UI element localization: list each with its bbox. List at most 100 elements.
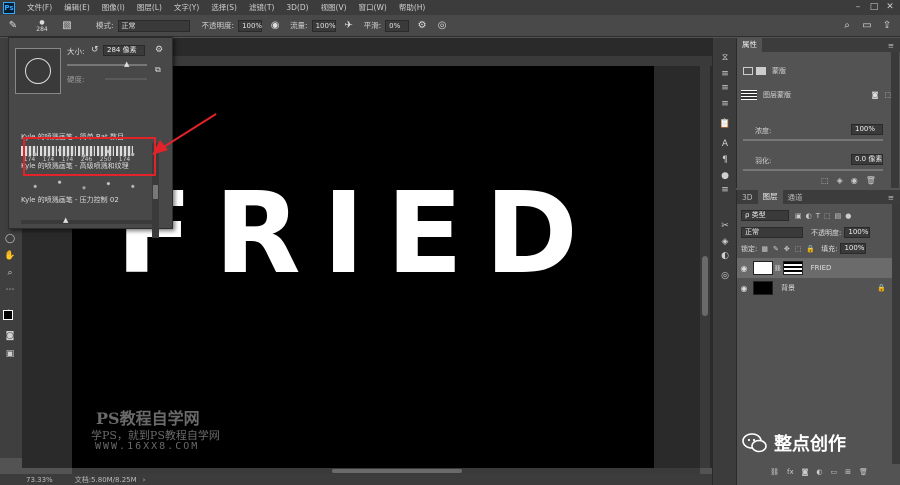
tab-channels[interactable]: 通道 [783,192,808,203]
select-mask-icon[interactable]: ◙ [872,91,879,99]
menu-file[interactable]: 文件(F) [21,2,58,13]
lock-artboard-icon[interactable]: ⬚ [795,245,802,253]
menu-type[interactable]: 文字(Y) [168,2,205,13]
character-icon[interactable]: A [718,138,732,150]
brush-settings-icon[interactable]: ▧ [60,19,74,33]
zoom-level[interactable]: 73.33% [26,476,53,484]
density-slider[interactable] [743,139,883,141]
lock-pixels-icon[interactable]: ✎ [773,245,779,253]
airbrush-icon[interactable]: ✈ [342,19,356,33]
pressure-opacity-icon[interactable]: ◉ [268,19,282,33]
menu-3d[interactable]: 3D(D) [280,3,314,12]
chevron-right-icon[interactable]: › [143,476,146,484]
menu-select[interactable]: 选择(S) [205,2,243,13]
blend-mode-select[interactable]: 正常 [741,227,803,238]
properties-scrollbar[interactable] [891,52,899,188]
link-layers-icon[interactable]: ⛓ [770,468,779,476]
lock-position-icon[interactable]: ✥ [784,245,790,253]
eye-icon[interactable]: ◉ [737,264,751,273]
workspace-icon[interactable]: ▭ [860,19,874,33]
lock-all-icon[interactable]: 🔒 [806,245,815,253]
layer-row-fried[interactable]: ◉ ⛓ FRIED [737,258,892,278]
link-icon[interactable]: ⛓ [774,265,782,272]
pressure-size-icon[interactable]: ◎ [435,19,449,33]
adjust-icon[interactable]: ≡ [718,82,732,94]
screen-mode-icon[interactable]: ▣ [3,348,17,360]
preview-slider-thumb[interactable]: ▲ [63,216,68,224]
menu-window[interactable]: 窗口(W) [353,2,393,13]
add-mask-icon[interactable]: ◙ [802,468,809,476]
tab-3d[interactable]: 3D [737,193,758,202]
vector-mask-add-icon[interactable]: ⬚ [884,91,891,99]
pixel-mask-icon[interactable] [743,67,753,75]
reset-icon[interactable]: ↺ [91,45,99,55]
brush-angle-preview[interactable] [15,48,61,94]
visibility-icon[interactable]: ◉ [851,176,858,185]
quick-mask-icon[interactable]: ◙ [3,330,17,342]
filter-toggle-icon[interactable]: ● [845,212,851,220]
new-preset-icon[interactable]: ⧉ [155,65,161,75]
adjustment-filter-icon[interactable]: ◐ [806,212,812,220]
type-filter-icon[interactable]: T [816,212,820,220]
search-icon[interactable]: ⌕ [840,19,854,33]
glyph-icon[interactable]: ● [718,170,732,182]
size-field[interactable]: 284 像素 [103,45,145,56]
history-icon[interactable]: ⧖ [718,52,732,64]
opacity-field[interactable]: 100% [238,19,262,32]
menu-layer[interactable]: 图层(L) [131,2,168,13]
filter-kind-select[interactable]: ρ 类型 [741,210,789,221]
scroll-thumb[interactable] [332,469,462,473]
3d-icon[interactable]: ◈ [718,236,732,248]
tab-properties[interactable]: 属性 [737,38,762,52]
menu-edit[interactable]: 编辑(E) [58,2,96,13]
layers-icon[interactable]: ◎ [718,270,732,282]
vector-mask-icon[interactable] [756,67,766,75]
mode-select[interactable]: 正常 [117,19,190,32]
selection-icon[interactable]: ⬚ [821,176,829,185]
hand-tool-icon[interactable]: ✋ [3,250,17,262]
size-slider[interactable] [67,64,147,66]
layer-mask-thumbnail[interactable] [782,261,803,275]
panel-menu-icon[interactable]: ≡ [888,41,894,50]
feather-slider[interactable] [743,169,883,171]
preview-size-slider[interactable] [21,220,159,224]
maximize-icon[interactable]: □ [868,1,880,13]
scroll-thumb[interactable] [702,256,708,316]
menu-filter[interactable]: 滤镜(T) [243,2,280,13]
flow-field[interactable]: 100% [311,19,336,32]
layers-scrollbar[interactable] [892,204,900,464]
vertical-scrollbar[interactable] [700,66,710,468]
camera-icon[interactable]: ◐ [718,250,732,262]
adjust-icon[interactable]: ≡ [718,98,732,110]
scroll-thumb[interactable] [153,185,158,199]
adjust-icon[interactable]: ≡ [718,184,732,196]
lock-transparency-icon[interactable]: ▦ [761,245,768,253]
eye-icon[interactable]: ◉ [737,284,751,293]
gear-icon[interactable]: ⚙ [155,45,163,55]
clipboard-icon[interactable]: 📋 [718,118,732,130]
smart-filter-icon[interactable]: ▤ [835,212,842,220]
tab-layers[interactable]: 图层 [757,190,783,204]
gear-icon[interactable]: ⚙ [415,19,429,33]
adjustment-layer-icon[interactable]: ◐ [816,468,822,476]
menu-help[interactable]: 帮助(H) [393,2,432,13]
ellipse-tool-icon[interactable]: ◯ [3,233,17,245]
brush-tool-icon[interactable]: ✎ [6,19,20,33]
feather-field[interactable]: 0.0 像素 [851,154,883,165]
apply-mask-icon[interactable]: ◈ [837,176,843,185]
new-group-icon[interactable]: ▭ [831,468,838,476]
shape-filter-icon[interactable]: ⬚ [824,212,831,220]
minimize-icon[interactable]: – [852,1,864,13]
adjust-icon[interactable]: ≡ [718,68,732,80]
menu-view[interactable]: 视图(V) [315,2,353,13]
size-slider-thumb[interactable]: ▲ [124,60,129,68]
fx-icon[interactable]: fx [787,468,794,476]
more-tools-icon[interactable]: ⋯ [3,284,17,296]
image-filter-icon[interactable]: ▣ [795,212,802,220]
smoothing-field[interactable]: 0% [385,19,410,32]
opacity-field[interactable]: 100% [844,227,871,238]
tools-icon[interactable]: ✂ [718,220,732,232]
menu-image[interactable]: 图像(I) [96,2,131,13]
trash-icon[interactable]: 🗑 [859,468,868,476]
layer-row-background[interactable]: ◉ 背景 🔒 [737,278,892,298]
